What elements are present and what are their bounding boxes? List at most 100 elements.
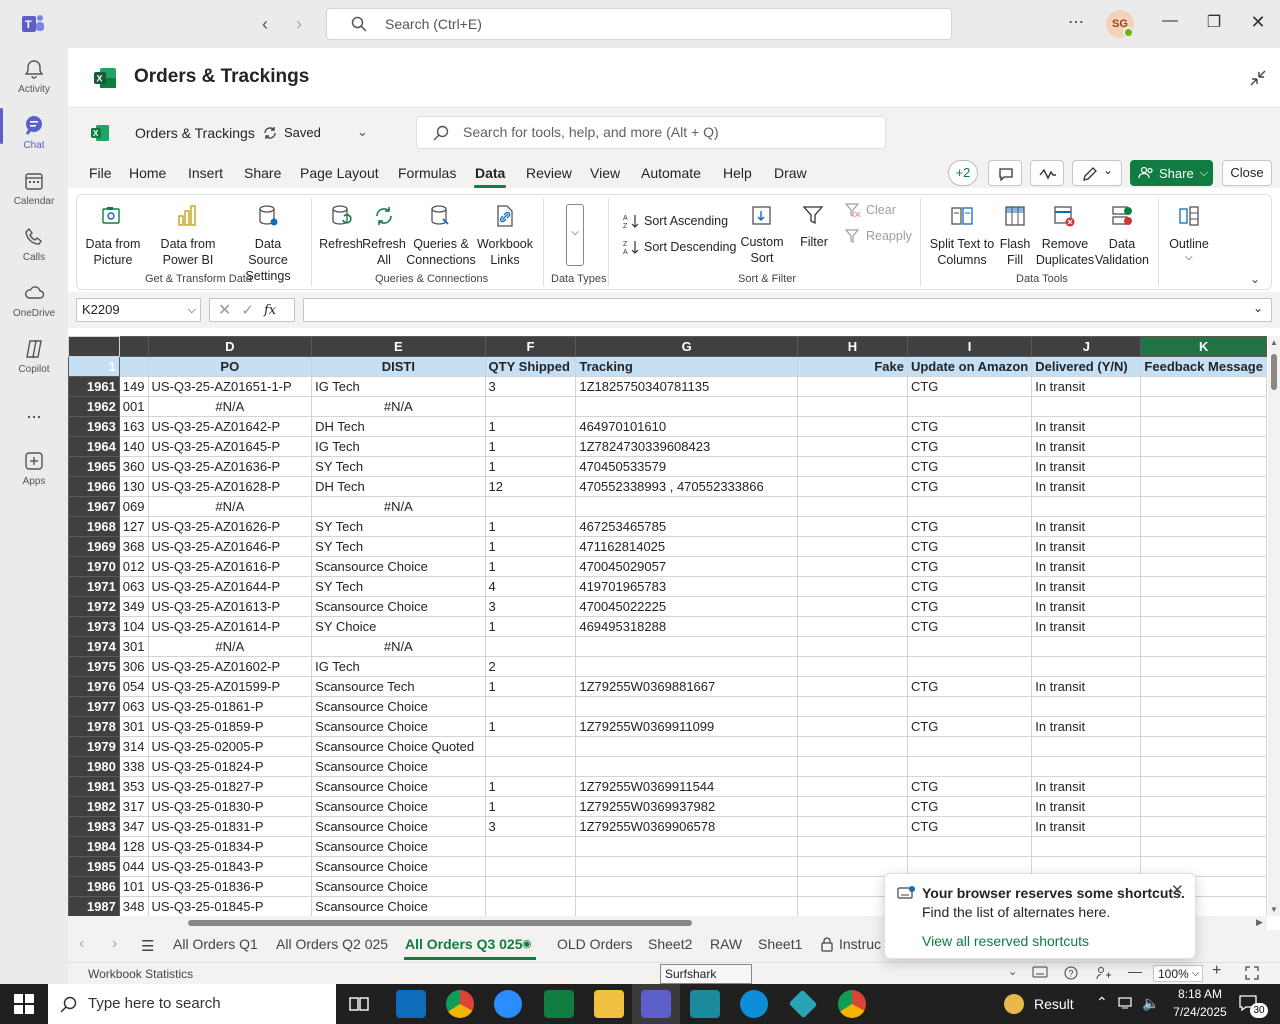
cell-col-c[interactable]: 001	[118, 396, 149, 417]
cell-po[interactable]: #N/A	[147, 636, 313, 657]
cell-tracking[interactable]	[575, 736, 798, 757]
cell-tracking[interactable]	[575, 696, 798, 717]
cell-po[interactable]: US-Q3-25-AZ01614-P	[147, 616, 313, 637]
tray-chevron-up-icon[interactable]: ⌃	[1096, 994, 1108, 1011]
cell-update-amazon[interactable]	[906, 656, 1033, 677]
tab-formulas[interactable]: Formulas	[398, 165, 456, 181]
cell-tracking[interactable]: 470552338993 , 470552333866	[575, 476, 798, 497]
cell[interactable]	[118, 356, 149, 377]
cell-delivered[interactable]: In transit	[1031, 376, 1142, 397]
cell-fake[interactable]	[796, 396, 908, 417]
cell-qty[interactable]: 3	[484, 376, 577, 397]
data-from-powerbi-button[interactable]: Data from Power BI	[142, 236, 234, 268]
cell-col-c[interactable]: 314	[118, 736, 149, 757]
cell-update-amazon[interactable]	[906, 756, 1033, 777]
cell-fake[interactable]	[796, 816, 908, 837]
close-icon[interactable]: ✕	[1171, 881, 1184, 899]
cell-disti[interactable]: IG Tech	[311, 436, 486, 457]
cell-update-amazon[interactable]	[906, 396, 1033, 417]
cell-delivered[interactable]	[1031, 636, 1142, 657]
cell-qty[interactable]	[484, 696, 577, 717]
cell-disti[interactable]: SY Choice	[311, 616, 486, 637]
cell-po[interactable]: US-Q3-25-AZ01651-1-P	[147, 376, 313, 397]
cell-po[interactable]: US-Q3-25-01843-P	[147, 856, 313, 877]
cell-disti[interactable]: #N/A	[311, 396, 486, 417]
teams-search-input[interactable]: Search (Ctrl+E)	[326, 8, 952, 40]
vertical-scroll-thumb[interactable]	[1271, 354, 1277, 390]
row-number[interactable]: 1979	[68, 736, 120, 757]
surfshark-icon[interactable]	[690, 990, 720, 1018]
name-box[interactable]: K2209 ⌵	[76, 298, 201, 322]
sheet-tab[interactable]: All Orders Q2 025	[276, 936, 388, 952]
cell-col-c[interactable]: 128	[118, 836, 149, 857]
cell-disti[interactable]: Scansource Choice	[311, 696, 486, 717]
row-number[interactable]: 1967	[68, 496, 120, 517]
cell-disti[interactable]: DH Tech	[311, 476, 486, 497]
cell-col-c[interactable]: 012	[118, 556, 149, 577]
cell-fake[interactable]	[796, 556, 908, 577]
cell-feedback[interactable]	[1140, 416, 1267, 437]
cell-tracking[interactable]	[575, 836, 798, 857]
cell-fake[interactable]	[796, 656, 908, 677]
cell-col-c[interactable]: 301	[118, 636, 149, 657]
accessibility-icon[interactable]	[1096, 966, 1112, 980]
cell-qty[interactable]: 1	[484, 776, 577, 797]
windows-start-icon[interactable]	[14, 994, 34, 1014]
cell-disti[interactable]: #N/A	[311, 496, 486, 517]
cell-fake[interactable]	[796, 836, 908, 857]
cell-delivered[interactable]: In transit	[1031, 576, 1142, 597]
cell-delivered[interactable]: In transit	[1031, 436, 1142, 457]
cell-tracking[interactable]: 1Z79255W0369881667	[575, 676, 798, 697]
cell-disti[interactable]: Scansource Choice	[311, 796, 486, 817]
cell-qty[interactable]	[484, 756, 577, 777]
cell-qty[interactable]: 1	[484, 796, 577, 817]
cell-col-c[interactable]: 301	[118, 716, 149, 737]
workbook-links-button[interactable]: Workbook Links	[475, 236, 535, 268]
rail-item-onedrive[interactable]: OneDrive	[0, 272, 68, 328]
collapse-icon[interactable]	[1248, 68, 1268, 88]
cell-feedback[interactable]	[1140, 656, 1267, 677]
cell-qty[interactable]: 2	[484, 656, 577, 677]
edge-icon[interactable]	[740, 990, 768, 1018]
file-explorer-icon[interactable]	[594, 990, 624, 1018]
cell-fake[interactable]	[796, 796, 908, 817]
cell-col-c[interactable]: 360	[118, 456, 149, 477]
select-all-corner[interactable]	[68, 336, 120, 357]
cell-feedback[interactable]	[1140, 496, 1267, 517]
cell-tracking[interactable]: 1Z79255W0369911544	[575, 776, 798, 797]
cell-po[interactable]: #N/A	[147, 496, 313, 517]
cell-feedback[interactable]	[1140, 556, 1267, 577]
data-validation-button[interactable]: Data Validation	[1094, 236, 1150, 268]
cell-update-amazon[interactable]: CTG	[906, 616, 1033, 637]
cell-po[interactable]: US-Q3-25-01861-P	[147, 696, 313, 717]
tab-share[interactable]: Share	[244, 165, 281, 181]
cell-qty[interactable]: 3	[484, 596, 577, 617]
cell-po[interactable]: US-Q3-25-02005-P	[147, 736, 313, 757]
reapply-button[interactable]: Reapply	[845, 228, 912, 244]
cell-update-amazon[interactable]: CTG	[906, 576, 1033, 597]
cell-feedback[interactable]	[1140, 816, 1267, 837]
cell-qty[interactable]: 4	[484, 576, 577, 597]
cell-fake[interactable]	[796, 676, 908, 697]
cell-feedback[interactable]	[1140, 796, 1267, 817]
cell-disti[interactable]: Scansource Choice	[311, 856, 486, 877]
close-button[interactable]: Close	[1222, 160, 1272, 186]
row-number[interactable]: 1	[68, 356, 120, 377]
tab-review[interactable]: Review	[526, 165, 572, 181]
cell-fake[interactable]	[796, 596, 908, 617]
volume-icon[interactable]: 🔈	[1142, 995, 1159, 1012]
cell-po[interactable]: US-Q3-25-01827-P	[147, 776, 313, 797]
rail-item-calendar[interactable]: Calendar	[0, 160, 68, 216]
cell-qty[interactable]: 1	[484, 516, 577, 537]
teams-logo-icon[interactable]: T	[20, 12, 46, 36]
row-number[interactable]: 1968	[68, 516, 120, 537]
minimize-icon[interactable]: —	[1158, 12, 1182, 36]
row-number[interactable]: 1986	[68, 876, 120, 897]
cell-update-amazon[interactable]	[906, 836, 1033, 857]
cell-tracking[interactable]	[575, 896, 798, 916]
data-from-picture-button[interactable]: Data from Picture	[84, 236, 142, 268]
cell-feedback[interactable]	[1140, 436, 1267, 457]
cell-feedback[interactable]	[1140, 616, 1267, 637]
tab-insert[interactable]: Insert	[188, 165, 223, 181]
row-number[interactable]: 1964	[68, 436, 120, 457]
